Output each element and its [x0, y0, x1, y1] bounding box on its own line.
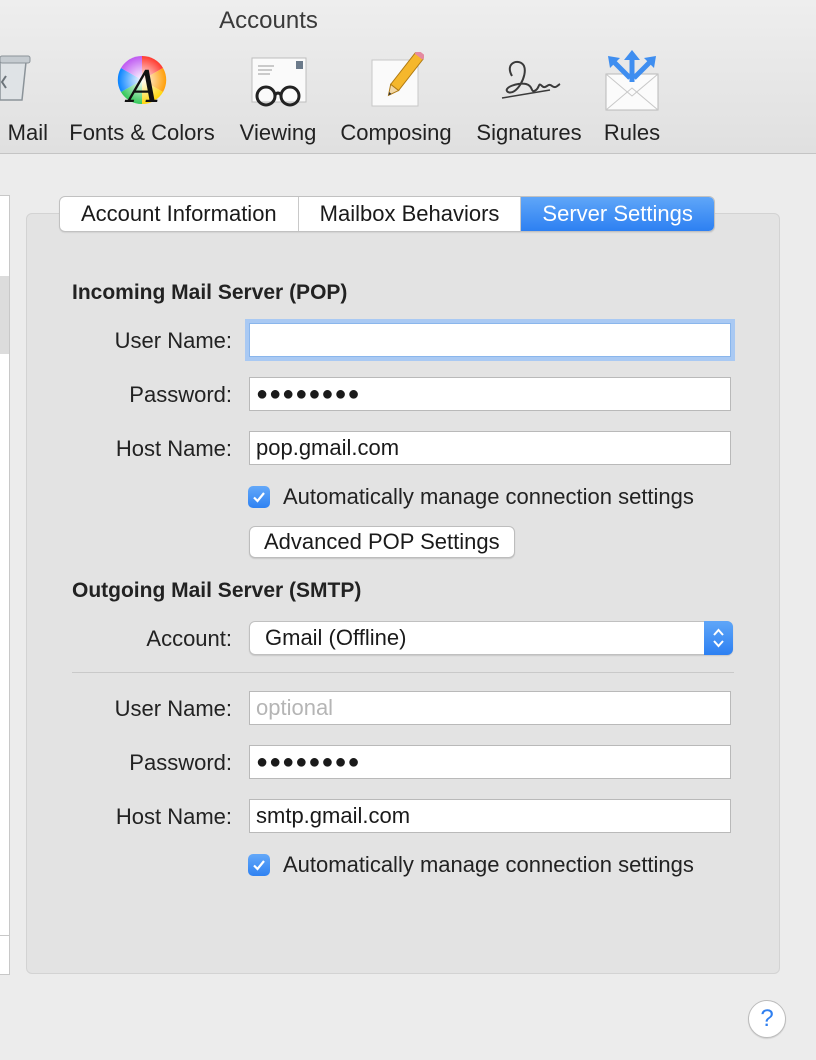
- outgoing-section-title: Outgoing Mail Server (SMTP): [72, 579, 362, 602]
- window-toolbar: Accounts Mail A Fonts & Colors Viewing C…: [0, 0, 816, 154]
- sidebar-divider: [0, 935, 9, 936]
- toolbar-label-viewing: Viewing: [239, 120, 317, 145]
- incoming-host-name-label: Host Name:: [115, 436, 232, 461]
- outgoing-account-value: Gmail (Offline): [265, 625, 407, 650]
- outgoing-account-label: Account:: [146, 626, 232, 651]
- outgoing-password-label: Password:: [129, 750, 232, 775]
- toolbar-item-signatures[interactable]: Signatures: [472, 44, 586, 146]
- junk-mail-icon: [0, 44, 48, 120]
- accounts-sidebar[interactable]: [0, 195, 10, 975]
- outgoing-user-name-input[interactable]: optional: [249, 691, 731, 725]
- rules-envelope-icon: [600, 44, 664, 120]
- checkmark-icon: [253, 492, 265, 503]
- incoming-section-title: Incoming Mail Server (POP): [72, 281, 348, 304]
- toolbar-item-viewing[interactable]: Viewing: [236, 44, 320, 146]
- tab-bar: Account Information Mailbox Behaviors Se…: [59, 196, 715, 232]
- toolbar-item-mail[interactable]: Mail: [0, 44, 48, 146]
- advanced-pop-settings-button[interactable]: Advanced POP Settings: [249, 526, 515, 558]
- incoming-auto-manage-row[interactable]: Automatically manage connection settings: [248, 484, 694, 510]
- incoming-password-label: Password:: [129, 382, 232, 407]
- outgoing-auto-manage-label: Automatically manage connection settings: [283, 852, 694, 877]
- outgoing-password-input[interactable]: ●●●●●●●●: [249, 745, 731, 779]
- toolbar-item-composing[interactable]: Composing: [336, 44, 456, 146]
- toolbar-item-fonts-colors[interactable]: A Fonts & Colors: [62, 44, 222, 146]
- select-stepper-icon: [704, 621, 733, 655]
- outgoing-host-name-input[interactable]: smtp.gmail.com: [249, 799, 731, 833]
- incoming-auto-manage-checkbox[interactable]: [248, 486, 270, 508]
- toolbar-label-mail: Mail: [7, 120, 48, 145]
- outgoing-host-name-label: Host Name:: [115, 804, 232, 829]
- outgoing-user-name-placeholder: optional: [256, 695, 334, 720]
- tab-server-settings[interactable]: Server Settings: [521, 197, 714, 231]
- toolbar-item-rules[interactable]: Rules: [600, 44, 664, 146]
- incoming-auto-manage-label: Automatically manage connection settings: [283, 484, 694, 509]
- toolbar-label-rules: Rules: [603, 120, 661, 145]
- help-button[interactable]: ?: [748, 1000, 786, 1038]
- tab-mailbox-behaviors[interactable]: Mailbox Behaviors: [299, 197, 522, 231]
- toolbar-label-composing: Composing: [340, 120, 452, 145]
- outgoing-account-select[interactable]: Gmail (Offline): [249, 621, 733, 655]
- incoming-host-name-input[interactable]: pop.gmail.com: [249, 431, 731, 465]
- outgoing-auto-manage-row[interactable]: Automatically manage connection settings: [248, 852, 694, 878]
- viewing-glasses-icon: [236, 44, 320, 120]
- fonts-colors-icon: A: [62, 44, 222, 120]
- toolbar-label-signatures: Signatures: [476, 120, 582, 145]
- svg-text:A: A: [124, 62, 160, 112]
- checkmark-icon: [253, 860, 265, 871]
- window-title: Accounts: [219, 7, 318, 34]
- tab-account-information[interactable]: Account Information: [60, 197, 299, 231]
- incoming-user-name-label: User Name:: [114, 328, 232, 353]
- outgoing-user-name-label: User Name:: [114, 696, 232, 721]
- incoming-user-name-input[interactable]: [249, 323, 731, 357]
- outgoing-auto-manage-checkbox[interactable]: [248, 854, 270, 876]
- incoming-password-input[interactable]: ●●●●●●●●: [249, 377, 731, 411]
- toolbar-label-fonts-colors: Fonts & Colors: [69, 120, 215, 145]
- signature-icon: [472, 44, 586, 120]
- pencil-icon: [336, 44, 456, 120]
- section-divider: [72, 672, 734, 673]
